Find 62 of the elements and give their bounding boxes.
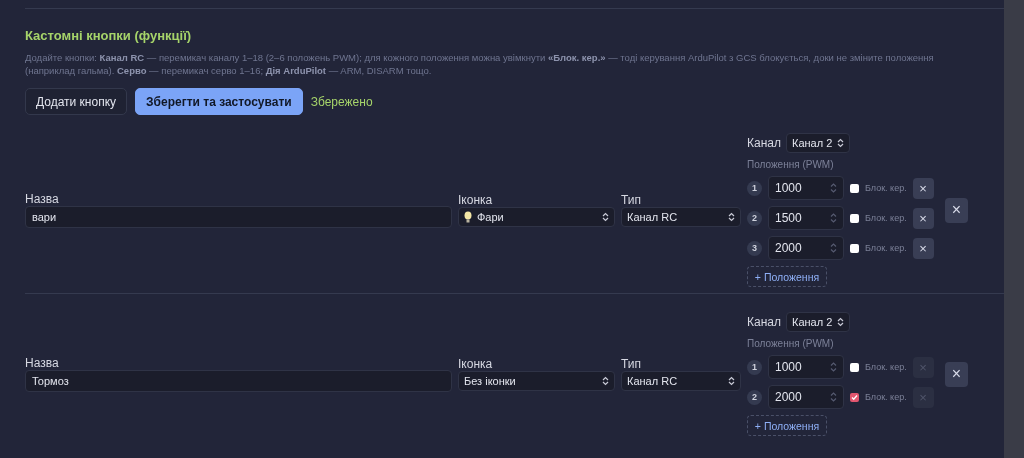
stepper-icon	[830, 361, 837, 373]
type-select[interactable]: Канал RC	[621, 207, 741, 227]
status-text: Збережено	[310, 94, 373, 109]
field-label: Тип	[621, 193, 642, 207]
description-text: Додайте кнопки: Канал RC — перемикач каналу 1–18 (2–6 положень PWM); для кожного положення можна увімкнути «Блок. кер.» — тоді керування ArduPilot з GCS блокується, доки не зміните положення (наприклад гальма). Серво — перемикач серво 1–16; Дія ArduPilot — ARM, DISARM тощо.	[25, 51, 935, 77]
pwm-field[interactable]: 1000	[768, 176, 844, 200]
chevron-icon	[728, 376, 735, 386]
field-label: Тип	[621, 357, 642, 371]
lock-label: Блок. кер.	[865, 213, 907, 223]
section-title: Кастомні кнопки (функції)	[25, 28, 193, 43]
positions-label: Положення (PWM)	[747, 338, 835, 349]
positions-label: Положення (PWM)	[747, 159, 835, 170]
add-button[interactable]: Додати кнопку	[25, 88, 128, 115]
remove-button[interactable]: ×	[945, 361, 968, 387]
chevron-icon	[837, 317, 845, 327]
add-position-button[interactable]: + Положення	[747, 266, 827, 287]
type-select[interactable]: Канал RC	[621, 371, 741, 391]
position-number: 2	[747, 210, 762, 226]
name-field[interactable]: вари	[25, 206, 452, 228]
stepper-icon	[830, 212, 837, 224]
position-number: 1	[747, 359, 762, 375]
pwm-field[interactable]: 2000	[768, 385, 844, 409]
lock-label: Блок. кер.	[865, 243, 907, 253]
lock-label: Блок. кер.	[865, 392, 907, 402]
lock-label: Блок. кер.	[865, 183, 907, 193]
position-number: 2	[747, 389, 762, 405]
pwm-field[interactable]: 2000	[768, 236, 844, 260]
pwm-field[interactable]: 1000	[768, 355, 844, 379]
stepper-icon	[830, 242, 837, 254]
stepper-icon	[830, 182, 837, 194]
save-button[interactable]: Зберегти та застосувати	[135, 88, 303, 115]
stepper-icon	[830, 391, 837, 403]
field-label: Канал	[747, 136, 781, 150]
lock-checkbox[interactable]	[850, 362, 859, 372]
chevron-icon	[837, 138, 845, 148]
channel-select[interactable]: Канал 2	[785, 312, 851, 332]
channel-select[interactable]: Канал 2	[785, 133, 851, 153]
field-label: Іконка	[458, 357, 494, 371]
field-label: Назва	[25, 356, 60, 370]
name-field[interactable]: Тормоз	[25, 370, 452, 392]
lock-checkbox[interactable]	[850, 243, 859, 253]
remove-button[interactable]: ×	[945, 197, 968, 223]
field-label: Канал	[747, 315, 781, 329]
icon-select[interactable]: Фари	[458, 207, 615, 227]
field-label: Іконка	[458, 193, 494, 207]
light-bulb-icon	[464, 211, 472, 223]
position-number: 3	[747, 240, 762, 256]
position-number: 1	[747, 180, 762, 196]
pwm-field[interactable]: 1500	[768, 206, 844, 230]
chevron-icon	[602, 376, 609, 386]
icon-select[interactable]: Без іконки	[458, 371, 615, 391]
add-position-button[interactable]: + Положення	[747, 415, 827, 436]
chevron-icon	[728, 212, 735, 222]
lock-checkbox[interactable]	[850, 392, 859, 402]
remove-position-button[interactable]: ×	[912, 177, 934, 199]
chevron-icon	[602, 212, 609, 222]
field-label: Назва	[25, 192, 60, 206]
lock-checkbox[interactable]	[850, 213, 859, 223]
lock-checkbox[interactable]	[850, 183, 859, 193]
remove-position-button[interactable]: ×	[912, 207, 934, 229]
remove-position-button[interactable]: ×	[912, 237, 934, 259]
lock-label: Блок. кер.	[865, 362, 907, 372]
